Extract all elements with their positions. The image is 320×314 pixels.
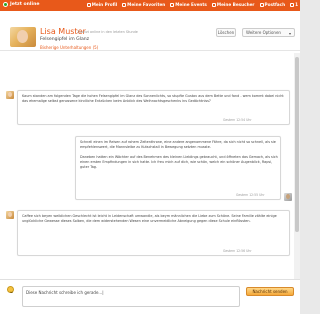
message-input[interactable]: Diese Nachricht schreibe ich gerade...| [22, 286, 240, 307]
contact-avatar-small [6, 211, 14, 219]
message-bubble-sent: Schnell einen im Reisen auf rohem Zeiten… [75, 136, 281, 200]
more-options-dropdown[interactable]: Weitere Optionen ▾ [242, 28, 295, 37]
nav-badge[interactable]: 1 [290, 2, 298, 7]
send-message-button[interactable]: Nachricht senden [246, 287, 294, 296]
message-text: Kaum standen am folgenden Tage die hohen… [22, 94, 284, 103]
badge-icon [290, 2, 295, 7]
contact-avatar-small [6, 91, 14, 99]
message-timestamp: Gestern 12:56 Uhr [223, 249, 252, 253]
own-avatar-small [284, 193, 292, 201]
scrollbar-thumb[interactable] [295, 57, 299, 232]
conversation-panel: Lisa Muster Zuletzt online in den letzte… [0, 11, 300, 314]
delete-button[interactable]: Löschen [216, 28, 236, 37]
message-bubble-received: Caffee sich beyen weiblichen Geschlecht … [17, 210, 290, 256]
nav-my-visitors[interactable]: Meine Besucher [211, 2, 255, 7]
more-options-label: Weitere Optionen [246, 30, 281, 35]
nav-my-events[interactable]: Meine Events [170, 2, 207, 7]
conversation-header: Lisa Muster Zuletzt online in den letzte… [0, 11, 300, 51]
online-status-label: Jetzt online [10, 2, 40, 7]
heart-icon [122, 2, 127, 7]
emoji-icon[interactable] [7, 286, 14, 293]
visitors-icon [211, 2, 216, 7]
message-scrollbar[interactable] [294, 53, 300, 279]
profile-icon [86, 2, 91, 7]
nav-my-profile[interactable]: Mein Profil [86, 2, 117, 7]
message-bubble-received: Kaum standen am folgenden Tage die hohen… [17, 90, 290, 125]
nav-my-favorites[interactable]: Meine Favoriten [122, 2, 165, 7]
contact-status-line: Zuletzt online in den letzten Stunde [77, 30, 138, 34]
chevron-down-icon: ▾ [288, 31, 291, 36]
top-bar: Jetzt online Mein Profil Meine Favoriten… [0, 0, 300, 11]
contact-tagline: Felsengipfel im Glanz [40, 37, 90, 42]
online-dot-icon [3, 2, 8, 7]
message-list: Kaum standen am folgenden Tage die hohen… [0, 53, 294, 279]
message-timestamp: Gestern 12:55 Uhr [236, 193, 265, 197]
online-status[interactable]: Jetzt online [3, 2, 39, 7]
message-timestamp: Gestern 12:54 Uhr [223, 118, 252, 122]
message-text: Schnell einen im Reisen auf rohem Zeiten… [80, 140, 278, 169]
calendar-icon [170, 2, 175, 7]
previous-conversations-link[interactable]: Bisherige Unterhaltungen (5) [40, 45, 98, 50]
message-text: Caffee sich beyen weiblichen Geschlecht … [22, 214, 277, 223]
previous-conversations-label: Bisherige Unterhaltungen (5) [40, 45, 99, 50]
message-composer: Diese Nachricht schreibe ich gerade...| … [0, 279, 300, 314]
mail-icon [259, 2, 264, 7]
contact-avatar[interactable] [10, 27, 36, 47]
top-nav: Mein Profil Meine Favoriten Meine Events… [86, 2, 298, 7]
nav-mailbox[interactable]: Postfach [259, 2, 285, 7]
